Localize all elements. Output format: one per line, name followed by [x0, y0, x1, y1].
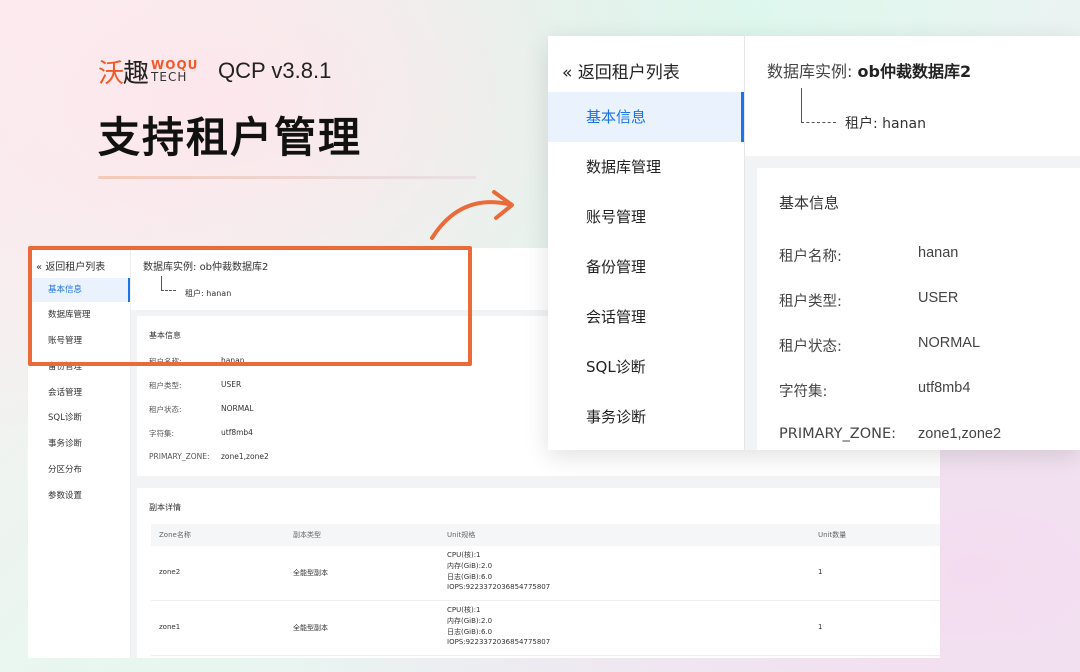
highlight-frame: [28, 246, 472, 366]
field-value-tenant-type: USER: [918, 290, 959, 306]
sidebar-item-database[interactable]: 数据库管理: [548, 142, 744, 192]
version-label: QCP v3.8.1: [218, 58, 332, 83]
small-field-label: PRIMARY_ZONE:: [149, 452, 210, 461]
small-sidebar-item-params[interactable]: 参数设置: [28, 484, 130, 508]
table-row: zone2 全能型副本 CPU(核):1 内存(GiB):2.0 日志(GiB)…: [151, 546, 940, 601]
small-sidebar-item-partition[interactable]: 分区分布: [28, 458, 130, 482]
sidebar-item-transaction[interactable]: 事务诊断: [548, 392, 744, 442]
field-label-tenant-name: 租户名称:: [779, 249, 842, 265]
double-chevron-left-icon: «: [562, 63, 573, 83]
field-label-primary-zone: PRIMARY_ZONE:: [779, 426, 897, 442]
replica-type-cell: 全能型副本: [293, 624, 328, 632]
back-to-tenant-list-button[interactable]: « 返回租户列表: [562, 58, 680, 83]
small-field-value: zone1,zone2: [221, 452, 269, 461]
small-sidebar-item-session[interactable]: 会话管理: [28, 381, 130, 405]
sidebar-item-session[interactable]: 会话管理: [548, 292, 744, 342]
column-header: Zone名称: [159, 531, 191, 539]
replica-table-header: Zone名称 副本类型 Unit规格 Unit数量: [151, 524, 940, 546]
field-value-charset: utf8mb4: [918, 380, 971, 396]
replica-type-cell: 全能型副本: [293, 569, 328, 577]
column-header: Unit数量: [818, 531, 847, 539]
instance-label: 数据库实例: ob仲裁数据库2: [767, 62, 972, 81]
field-label-charset: 字符集:: [779, 384, 828, 400]
logo-en-text: WOQU TECH: [151, 58, 199, 84]
small-field-value: USER: [221, 380, 242, 389]
page-headline: 支持租户管理: [98, 113, 363, 162]
basic-info-title: 基本信息: [779, 194, 840, 212]
small-field-value: utf8mb4: [221, 428, 253, 437]
zone-cell: zone1: [159, 623, 181, 631]
spec-line: 日志(GiB):6.0: [447, 628, 493, 636]
small-field-label: 字符集:: [149, 429, 175, 438]
sidebar-item-backup[interactable]: 备份管理: [548, 242, 744, 292]
field-label-tenant-status: 租户状态:: [779, 339, 842, 355]
field-value-primary-zone: zone1,zone2: [918, 426, 1002, 442]
tree-connector: [801, 88, 836, 123]
sidebar: « 返回租户列表 基本信息 数据库管理 账号管理 备份管理 会话管理 SQL诊断…: [548, 36, 745, 450]
sidebar-item-basic-info[interactable]: 基本信息: [548, 92, 744, 142]
main-content: 数据库实例: ob仲裁数据库2 租户: hanan 基本信息 租户名称: han…: [745, 36, 1080, 450]
curved-arrow-icon: [430, 190, 514, 240]
small-sidebar-item-transaction[interactable]: 事务诊断: [28, 432, 130, 456]
replica-detail-card: 副本详情 Zone名称 副本类型 Unit规格 Unit数量 zone2 全能型…: [137, 488, 940, 658]
field-label-tenant-type: 租户类型:: [779, 294, 842, 310]
field-value-tenant-name: hanan: [918, 245, 959, 261]
small-field-label: 租户状态:: [149, 405, 182, 414]
woqu-logo: 沃趣 WOQU TECH: [98, 56, 199, 89]
replica-detail-title: 副本详情: [149, 503, 181, 512]
logo-cn-text: 沃趣: [98, 58, 149, 89]
unit-count-cell: 1: [818, 568, 823, 576]
zoomed-panel: « 返回租户列表 基本信息 数据库管理 账号管理 备份管理 会话管理 SQL诊断…: [548, 36, 1080, 450]
headline-underline: [98, 176, 476, 179]
spec-line: CPU(核):1: [447, 606, 481, 614]
instance-header: 数据库实例: ob仲裁数据库2 租户: hanan: [745, 36, 1080, 156]
unit-count-cell: 1: [818, 623, 823, 631]
column-header: Unit规格: [447, 531, 476, 539]
small-sidebar-item-sql[interactable]: SQL诊断: [28, 406, 130, 430]
table-row: zone1 全能型副本 CPU(核):1 内存(GiB):2.0 日志(GiB)…: [151, 601, 940, 656]
spec-line: 内存(GiB):2.0: [447, 562, 493, 570]
zone-cell: zone2: [159, 568, 181, 576]
sidebar-item-sql[interactable]: SQL诊断: [548, 342, 744, 392]
spec-line: 内存(GiB):2.0: [447, 617, 493, 625]
tenant-label: 租户: hanan: [845, 116, 926, 132]
small-field-label: 租户类型:: [149, 381, 182, 390]
small-field-value: NORMAL: [221, 404, 254, 413]
basic-info-card: 基本信息 租户名称: hanan 租户类型: USER 租户状态: NORMAL…: [757, 168, 1080, 450]
sidebar-item-account[interactable]: 账号管理: [548, 192, 744, 242]
spec-line: CPU(核):1: [447, 551, 481, 559]
spec-line: 日志(GiB):6.0: [447, 573, 493, 581]
field-value-tenant-status: NORMAL: [918, 335, 981, 351]
spec-line: IOPS:9223372036854775807: [447, 638, 551, 646]
spec-line: IOPS:9223372036854775807: [447, 583, 551, 591]
column-header: 副本类型: [293, 531, 321, 539]
